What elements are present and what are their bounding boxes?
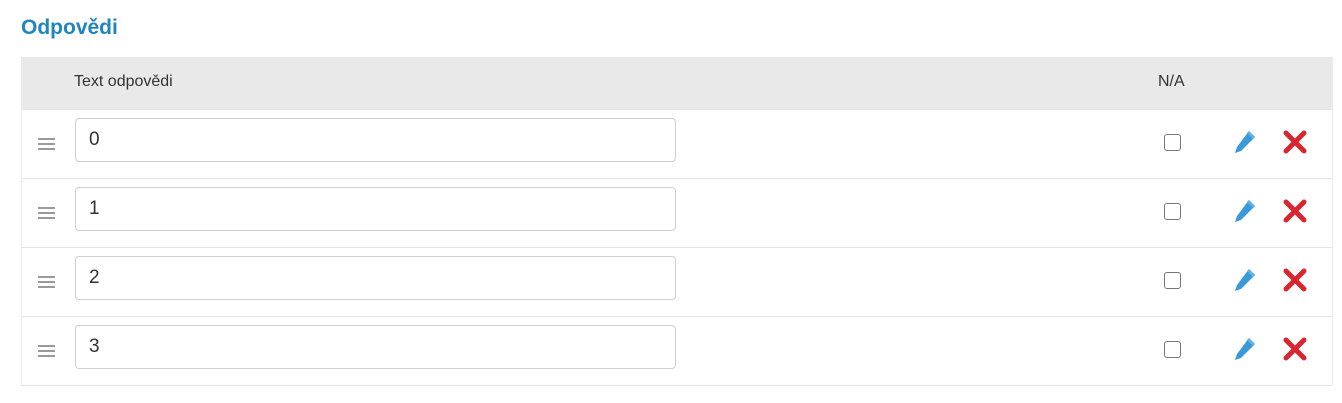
pencil-icon bbox=[1235, 338, 1255, 360]
column-header-text: Text odpovědi bbox=[74, 73, 173, 90]
edit-button[interactable] bbox=[1233, 267, 1257, 293]
delete-button[interactable] bbox=[1282, 336, 1308, 362]
pencil-icon bbox=[1235, 131, 1255, 153]
table-row bbox=[22, 109, 1332, 178]
table-row bbox=[22, 247, 1332, 316]
na-checkbox[interactable] bbox=[1164, 272, 1181, 289]
na-checkbox[interactable] bbox=[1164, 134, 1181, 151]
answer-text-input[interactable] bbox=[75, 118, 676, 162]
close-icon bbox=[1283, 268, 1307, 292]
section-title: Odpovědi bbox=[21, 16, 118, 39]
table-header: Text odpovědi N/A bbox=[22, 57, 1332, 109]
delete-button[interactable] bbox=[1282, 129, 1308, 155]
drag-handle-icon[interactable] bbox=[38, 207, 55, 219]
answer-text-input[interactable] bbox=[75, 325, 676, 369]
column-header-na: N/A bbox=[1158, 73, 1185, 90]
delete-button[interactable] bbox=[1282, 198, 1308, 224]
answers-table: Text odpovědi N/A bbox=[21, 57, 1333, 386]
na-checkbox[interactable] bbox=[1164, 203, 1181, 220]
pencil-icon bbox=[1235, 200, 1255, 222]
edit-button[interactable] bbox=[1233, 198, 1257, 224]
delete-button[interactable] bbox=[1282, 267, 1308, 293]
drag-handle-icon[interactable] bbox=[38, 276, 55, 288]
drag-handle-icon[interactable] bbox=[38, 345, 55, 357]
close-icon bbox=[1283, 337, 1307, 361]
table-row bbox=[22, 178, 1332, 247]
edit-button[interactable] bbox=[1233, 336, 1257, 362]
close-icon bbox=[1283, 130, 1307, 154]
table-row bbox=[22, 316, 1332, 386]
pencil-icon bbox=[1235, 269, 1255, 291]
edit-button[interactable] bbox=[1233, 129, 1257, 155]
drag-handle-icon[interactable] bbox=[38, 138, 55, 150]
answer-text-input[interactable] bbox=[75, 256, 676, 300]
close-icon bbox=[1283, 199, 1307, 223]
answer-text-input[interactable] bbox=[75, 187, 676, 231]
na-checkbox[interactable] bbox=[1164, 341, 1181, 358]
